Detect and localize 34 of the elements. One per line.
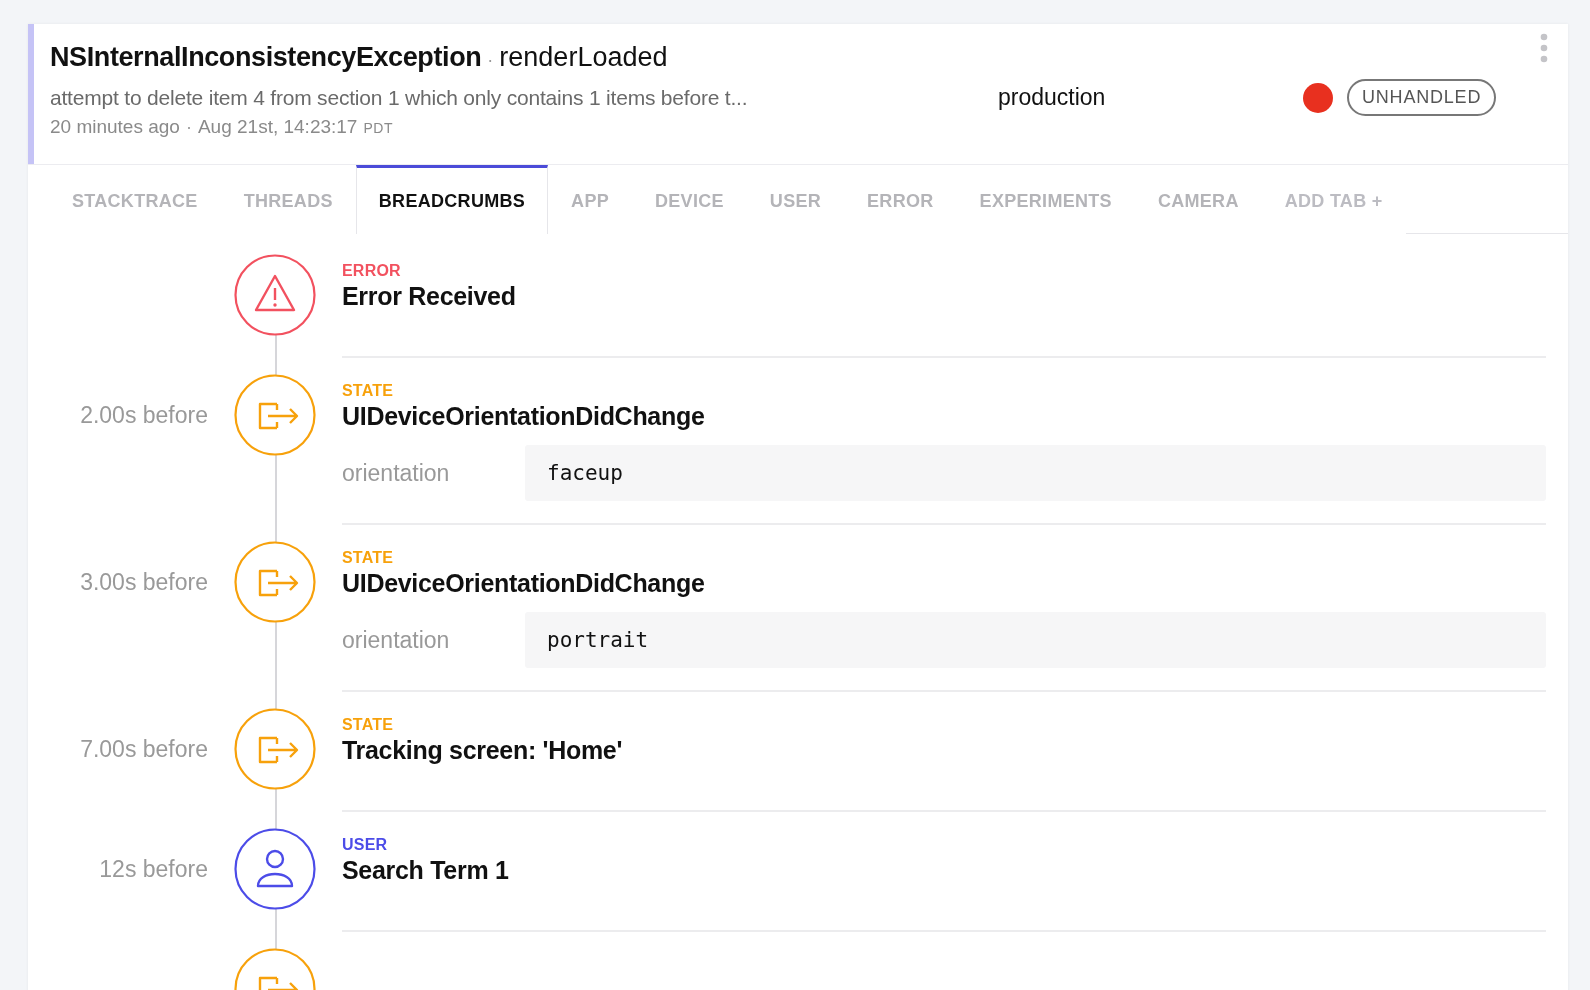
separator-dot: · [487, 50, 494, 71]
breadcrumb-type: STATE [342, 549, 395, 567]
relative-time: 3.00s before [80, 568, 208, 596]
environment-label: production [998, 84, 1107, 111]
breadcrumb-type: USER [342, 836, 389, 854]
breadcrumb-title: Tracking screen: 'Home' [342, 736, 624, 765]
error-class: NSInternalInconsistencyException [50, 42, 482, 73]
user-icon [234, 828, 316, 910]
error-context: renderLoaded [499, 42, 668, 73]
breadcrumb-title: UIDeviceOrientationDidChange [342, 402, 706, 431]
detail-value: portrait [525, 612, 1546, 668]
relative-time: 2.00s before [80, 401, 208, 429]
tab[interactable]: BREADCRUMBS [355, 165, 549, 234]
severity-dot [1303, 82, 1333, 113]
breadcrumb-title: Error Received [342, 282, 517, 311]
relative-time: 12s before [99, 855, 208, 883]
detail-key: orientation [342, 626, 525, 654]
separator-dot: · [185, 117, 192, 138]
detail-key: orientation [342, 459, 525, 487]
breadcrumb-title: Search Term 1 [342, 856, 510, 885]
relative-time: 7.00s before [80, 735, 208, 763]
more-options-icon[interactable] [1540, 33, 1548, 65]
breadcrumb-title: UIDeviceOrientationDidChange [342, 569, 706, 598]
relative-time: 20 minutes ago [50, 116, 180, 138]
breadcrumb-type: ERROR [342, 262, 402, 280]
tab[interactable]: STACKTRACE [28, 165, 221, 234]
error-message: attempt to delete item 4 from section 1 which only contains 1 items before t... [50, 85, 749, 110]
timestamp: Aug 21st, 14:23:17 [197, 116, 358, 138]
timezone: PDT [363, 120, 393, 136]
breadcrumb-type: STATE [342, 716, 395, 734]
detail-value: faceup [525, 445, 1546, 501]
handled-badge: UNHANDLED [1347, 79, 1497, 116]
breadcrumb-type: STATE [342, 382, 395, 400]
warning-icon [234, 254, 316, 336]
